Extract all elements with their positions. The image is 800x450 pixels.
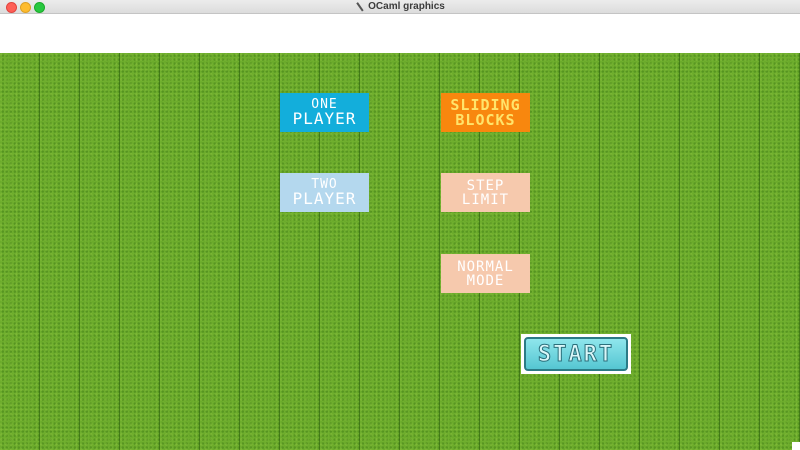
start-button[interactable]: START: [521, 334, 631, 374]
step-limit-button[interactable]: STEP LIMIT: [441, 173, 530, 212]
window-title-wrap: OCaml graphics: [0, 0, 800, 13]
resize-grip[interactable]: [792, 442, 800, 450]
two-player-button[interactable]: TWO PLAYER: [280, 173, 369, 212]
step-limit-line1: STEP: [466, 177, 505, 194]
sliding-blocks-button[interactable]: SLIDING BLOCKS: [441, 93, 530, 132]
one-player-button[interactable]: ONE PLAYER: [280, 93, 369, 132]
normal-mode-line2: MODE: [466, 272, 505, 289]
window-title: OCaml graphics: [368, 1, 445, 12]
step-limit-line2: LIMIT: [461, 191, 510, 208]
sliding-blocks-line2: BLOCKS: [455, 110, 516, 129]
app-icon: [355, 2, 364, 11]
one-player-line2: PLAYER: [292, 109, 357, 128]
normal-mode-button[interactable]: NORMAL MODE: [441, 254, 530, 293]
normal-mode-line1: NORMAL: [457, 258, 514, 275]
start-label: START: [524, 337, 628, 371]
canvas-top-strip: [0, 14, 800, 53]
two-player-line2: PLAYER: [292, 189, 357, 208]
window-titlebar: OCaml graphics: [0, 0, 800, 14]
grass-background: [0, 53, 800, 450]
